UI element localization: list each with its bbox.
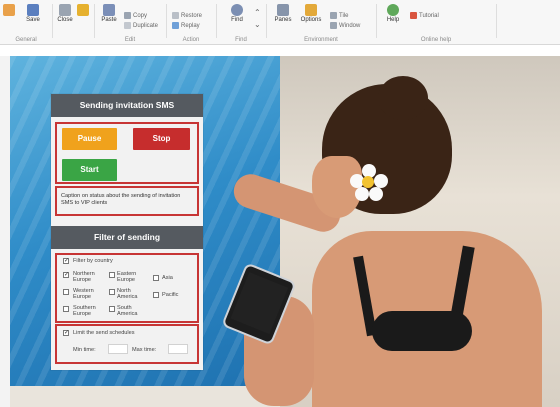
help-button[interactable]: Help [382, 4, 404, 23]
window-label: Window [339, 23, 361, 30]
ribbon-group-label: Online help [420, 37, 452, 43]
start-button[interactable]: Start [62, 159, 117, 181]
ribbon-group-action: Restore Replay Action [166, 0, 216, 44]
limit-schedule-checkbox[interactable]: ✓ [63, 330, 69, 336]
panel-title: Sending invitation SMS [51, 94, 203, 117]
status-caption: Caption on status about the sending of i… [61, 193, 181, 206]
filter-title: Filter of sending [51, 226, 203, 249]
options-icon [305, 4, 317, 16]
country-label: Western Europe [73, 288, 94, 301]
swimsuit-top [372, 311, 472, 351]
country-label: Pacific [162, 292, 179, 298]
ribbon-group-environment: Panes Options Tile Window Environment [266, 0, 376, 44]
save-label: Save [26, 17, 40, 23]
tile-button[interactable]: Tile [330, 12, 348, 19]
close-label: Close [57, 17, 73, 23]
limit-schedule-label: Limit the send schedules [73, 330, 135, 336]
copy-label: Copy [133, 13, 148, 20]
options-button[interactable]: Options [300, 4, 322, 23]
ribbon-separator [496, 4, 497, 38]
country-checkbox-south-america[interactable] [109, 306, 115, 312]
ribbon-group-label: Action [182, 37, 200, 43]
ribbon-group-edit: Paste Copy Duplicate Edit [94, 0, 166, 44]
paste-label: Paste [101, 17, 117, 23]
tile-label: Tile [339, 13, 349, 20]
tile-icon [330, 12, 337, 19]
max-time-input[interactable] [168, 344, 188, 354]
find-label: Find [231, 17, 243, 23]
replay-icon [172, 22, 179, 29]
search-icon [231, 4, 243, 16]
country-checkbox-southern-europe[interactable] [63, 306, 69, 312]
new-button[interactable] [0, 4, 20, 17]
photo-border [0, 56, 10, 407]
filter-country-checkbox[interactable]: ✓ [63, 258, 69, 264]
ribbon-toolbar: Save General Close Paste Copy Duplicate … [0, 0, 560, 45]
tutorial-icon [410, 12, 417, 19]
window-button[interactable]: Window [330, 22, 360, 29]
save-button[interactable]: Save [22, 4, 44, 23]
country-checkbox-western-europe[interactable] [63, 289, 69, 295]
save-icon [27, 4, 39, 16]
restore-button[interactable]: Restore [172, 12, 202, 19]
country-checkbox-eastern-europe[interactable] [109, 272, 115, 278]
filter-country-label: Filter by country [73, 258, 113, 264]
min-time-label: Min time: [73, 347, 96, 353]
country-checkbox-northern-europe[interactable]: ✓ [63, 272, 69, 278]
window-icon [330, 22, 337, 29]
min-time-input[interactable] [108, 344, 128, 354]
find-button[interactable]: Find [226, 4, 248, 23]
replay-button[interactable]: Replay [172, 22, 200, 29]
flower-icon [350, 164, 388, 202]
person-hair-bun [378, 76, 428, 120]
chevron-down-icon[interactable]: ⌄ [254, 20, 261, 29]
gear-icon [77, 4, 89, 16]
country-label: South America [117, 305, 138, 318]
country-label: Northern Europe [73, 271, 95, 284]
tutorial-button[interactable]: Tutorial [410, 12, 439, 19]
copy-button[interactable]: Copy [124, 12, 147, 19]
duplicate-button[interactable]: Duplicate [124, 22, 158, 29]
duplicate-icon [124, 22, 131, 29]
gear-button[interactable] [72, 4, 94, 17]
help-label: Help [386, 17, 400, 23]
ribbon-group-general: Save General [0, 0, 52, 44]
sms-control-panel: Sending invitation SMS Pause Stop Start … [51, 94, 203, 370]
country-checkbox-pacific[interactable] [153, 292, 159, 298]
country-label: North America [117, 288, 138, 301]
restore-icon [172, 12, 179, 19]
chevron-up-icon[interactable]: ⌃ [254, 8, 261, 17]
panes-label: Panes [274, 17, 292, 23]
paste-button[interactable]: Paste [98, 4, 120, 23]
duplicate-label: Duplicate [133, 23, 159, 30]
replay-label: Replay [181, 23, 200, 30]
country-label: Eastern Europe [117, 271, 137, 284]
country-checkbox-asia[interactable] [153, 275, 159, 281]
stop-button[interactable]: Stop [133, 128, 190, 150]
ribbon-group-find: Find ⌃ ⌄ Find [216, 0, 266, 44]
panes-button[interactable]: Panes [272, 4, 294, 23]
country-label: Southern Europe [73, 305, 96, 318]
ribbon-group-label: General [15, 37, 37, 43]
restore-label: Restore [181, 13, 203, 20]
ribbon-group-label: Environment [304, 37, 338, 43]
help-icon [387, 4, 399, 16]
paste-icon [103, 4, 115, 16]
ribbon-group-label: Edit [124, 37, 136, 43]
country-checkbox-north-america[interactable] [109, 289, 115, 295]
panes-icon [277, 4, 289, 16]
close-icon [59, 4, 71, 16]
ribbon-group-label: Find [235, 37, 247, 43]
ribbon-group-general-2: Close [52, 0, 92, 44]
pause-button[interactable]: Pause [62, 128, 117, 150]
country-label: Asia [162, 275, 173, 281]
max-time-label: Max time: [132, 347, 157, 353]
tutorial-label: Tutorial [419, 13, 439, 20]
ribbon-group-online-help: Help Tutorial Online help [376, 0, 496, 44]
new-icon [3, 4, 15, 16]
copy-icon [124, 12, 131, 19]
options-label: Options [300, 17, 322, 23]
